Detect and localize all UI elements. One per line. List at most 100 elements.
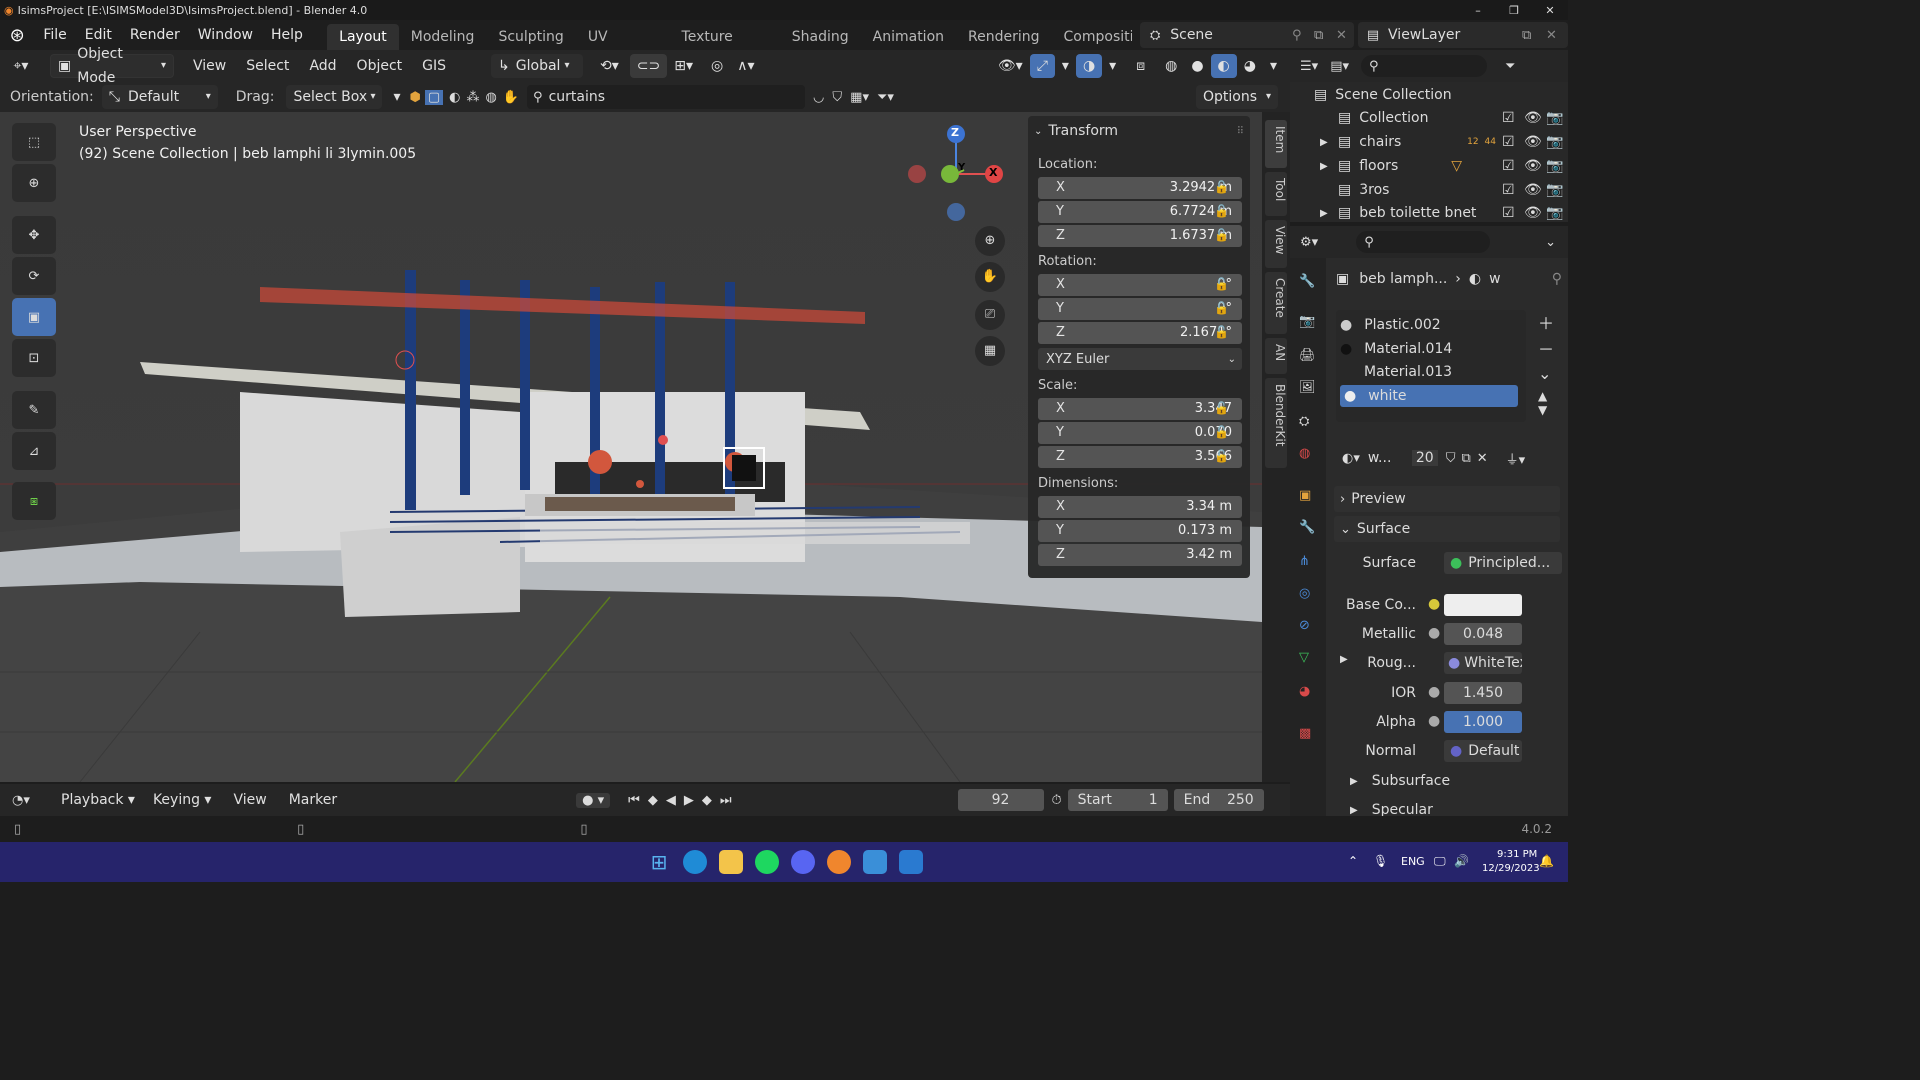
maximize-button[interactable]: ❐ — [1496, 4, 1532, 17]
edge-icon[interactable] — [683, 850, 707, 874]
eye-icon[interactable]: 👁 — [1524, 158, 1546, 174]
duplicate-icon[interactable]: ⧉ — [1461, 451, 1470, 466]
camera-icon[interactable]: 📷 — [1546, 182, 1568, 198]
menu-window[interactable]: Window — [189, 20, 262, 50]
pan-hand-icon[interactable]: ✋ — [975, 262, 1005, 292]
overlay-dropdown-icon[interactable]: ▾ — [1102, 54, 1123, 78]
pin-icon[interactable]: ⚲ — [1552, 271, 1562, 287]
current-frame-field[interactable]: 92 — [957, 789, 1044, 811]
tab-blenderkit[interactable]: BlenderKit — [1265, 378, 1287, 468]
box-select-icon[interactable]: ▢ — [424, 89, 444, 105]
jump-start-icon[interactable]: ⏮ — [628, 793, 640, 808]
material-name[interactable]: w... — [1368, 450, 1398, 466]
volume-icon[interactable]: 🔊 — [1454, 854, 1469, 868]
snap-icon[interactable]: ⊂⊃ — [629, 54, 668, 78]
eye-icon[interactable]: 👁 — [1524, 205, 1546, 221]
roughness-field[interactable]: ●WhiteText... — [1444, 652, 1522, 674]
drag-dropdown[interactable]: Select Box ▾ — [286, 85, 383, 109]
language-label[interactable]: ENG — [1401, 855, 1425, 868]
tray-chevron-icon[interactable]: ⌃ — [1348, 854, 1358, 868]
physics-props-icon[interactable]: ◎ — [1299, 586, 1317, 604]
material-props-icon[interactable]: ◕ — [1299, 684, 1317, 702]
properties-search-input[interactable]: ⚲ — [1356, 231, 1491, 253]
camera-view-icon[interactable]: ⎚ — [975, 300, 1005, 330]
new-scene-icon[interactable]: ⧉ — [1314, 28, 1336, 43]
snap-target-icon[interactable]: ⊞▾ — [667, 54, 700, 78]
material-slot[interactable]: ● Plastic.002 — [1340, 314, 1520, 336]
minimize-button[interactable]: – — [1460, 4, 1496, 17]
base-color-swatch[interactable] — [1444, 594, 1522, 616]
camera-icon[interactable]: 📷 — [1546, 158, 1568, 174]
data-props-icon[interactable]: ▽ — [1299, 650, 1317, 668]
normal-field[interactable]: ● Default — [1444, 740, 1522, 762]
tab-rendering[interactable]: Rendering — [956, 24, 1052, 50]
tab-tool[interactable]: Tool — [1265, 172, 1287, 216]
scene-selector[interactable]: ⛭ Scene ⚲ ⧉ ✕ — [1140, 22, 1355, 48]
jump-end-icon[interactable]: ⏭ — [720, 793, 732, 808]
select-box-tool-icon[interactable]: ⬚ — [12, 123, 56, 161]
eye-icon[interactable]: 👁 — [1524, 110, 1546, 126]
view-layer-props-icon[interactable]: 🖼 — [1299, 380, 1317, 398]
gizmo-dropdown-icon[interactable]: ▾ — [1055, 54, 1076, 78]
expand-icon[interactable]: ▶ — [1320, 161, 1338, 172]
mode-dropdown[interactable]: ▣ Object Mode ▾ — [50, 46, 174, 86]
ortho-grid-icon[interactable]: ▦ — [975, 336, 1005, 366]
keying-menu[interactable]: Keying ▾ — [146, 788, 219, 812]
clock-time[interactable]: 9:31 PM — [1497, 849, 1537, 860]
move-down-icon[interactable]: ▼ — [1538, 403, 1560, 417]
ior-field[interactable]: 1.450 — [1444, 682, 1522, 704]
options-dropdown[interactable]: Options ▾ — [1196, 85, 1278, 109]
editor-type-icon[interactable]: ☰▾ — [1300, 59, 1318, 74]
scale-z-field[interactable]: Z 3.566 — [1038, 446, 1242, 468]
lock-icon[interactable]: 🔓 — [1214, 401, 1229, 415]
outliner-row-collection[interactable]: ▤ Collection ☑ 👁 📷 — [1290, 107, 1568, 129]
delete-viewlayer-icon[interactable]: ✕ — [1546, 28, 1568, 43]
remote-app-icon[interactable] — [899, 850, 923, 874]
lock-icon[interactable]: 🔓 — [1214, 301, 1229, 315]
transform-orientation-dropdown[interactable]: ↳ Global ▾ — [491, 54, 584, 78]
tab-item[interactable]: Item — [1265, 120, 1287, 168]
windows-start-icon[interactable]: ⊞ — [647, 850, 671, 874]
world-filter-icon[interactable]: ◍ — [486, 90, 497, 105]
gizmo-toggle-icon[interactable]: ⤢ — [1029, 54, 1055, 78]
location-x-field[interactable]: X 3.2942 m — [1038, 177, 1242, 199]
expand-icon[interactable]: ▶ — [1320, 137, 1338, 148]
rotate-tool-icon[interactable]: ⟳ — [12, 257, 56, 295]
lock-icon[interactable]: 🔓 — [1214, 180, 1229, 194]
add-cube-tool-icon[interactable]: ⧆ — [12, 482, 56, 520]
falloff-icon[interactable]: ∧▾ — [730, 54, 761, 78]
tab-animation[interactable]: Animation — [861, 24, 956, 50]
object-type-icon[interactable]: ⬢ — [410, 90, 421, 105]
world-props-icon[interactable]: ◍ — [1299, 446, 1317, 464]
editor-type-icon[interactable]: ⚙▾ — [1300, 235, 1318, 250]
menu-object[interactable]: Object — [350, 54, 410, 78]
visibility-icon[interactable]: 👁▾ — [991, 54, 1030, 78]
dimensions-z-field[interactable]: Z 3.42 m — [1038, 544, 1242, 566]
pivot-icon[interactable]: ⟲▾ — [593, 54, 626, 78]
tab-shading[interactable]: Shading — [780, 24, 861, 50]
lock-icon[interactable]: 🔓 — [1214, 228, 1229, 242]
outliner-row-beb-toilette[interactable]: ▶ ▤ beb toilette bnet ☑ 👁 📷 — [1290, 202, 1568, 224]
camera-icon[interactable]: 📷 — [1546, 110, 1568, 126]
tab-sculpting[interactable]: Sculpting — [486, 24, 575, 50]
microphone-icon[interactable]: 🎙 — [1373, 854, 1388, 868]
proportional-edit-icon[interactable]: ◎ — [704, 54, 730, 78]
object-props-icon[interactable]: ▣ — [1299, 488, 1317, 506]
orientation-dropdown[interactable]: ⤡ Default ▾ — [101, 85, 218, 109]
move-up-icon[interactable]: ▲ — [1538, 389, 1560, 403]
menu-file[interactable]: File — [34, 20, 75, 50]
rotation-mode-dropdown[interactable]: XYZ Euler ⌄ — [1038, 348, 1242, 370]
delete-scene-icon[interactable]: ✕ — [1336, 28, 1354, 43]
annotate-tool-icon[interactable]: ✎ — [12, 391, 56, 429]
bookmark-icon[interactable]: ⛉ — [832, 90, 842, 105]
lock-icon[interactable]: 🔓 — [1214, 325, 1229, 339]
particles-filter-icon[interactable]: ⁂ — [467, 90, 480, 105]
modifier-props-icon[interactable]: 🔧 — [1299, 520, 1317, 538]
tab-view[interactable]: View — [1265, 220, 1287, 268]
tab-create[interactable]: Create — [1265, 272, 1287, 334]
outliner-row-scene-collection[interactable]: ▤ Scene Collection — [1290, 84, 1568, 106]
eye-icon[interactable]: 👁 — [1524, 182, 1546, 198]
clock-date[interactable]: 12/29/2023 — [1482, 863, 1540, 874]
outliner-row-3ros[interactable]: ▤ 3ros ☑ 👁 📷 — [1290, 179, 1568, 201]
outliner-row-chairs[interactable]: ▶ ▤ chairs 12 44 ☑ 👁 📷 — [1290, 131, 1568, 153]
